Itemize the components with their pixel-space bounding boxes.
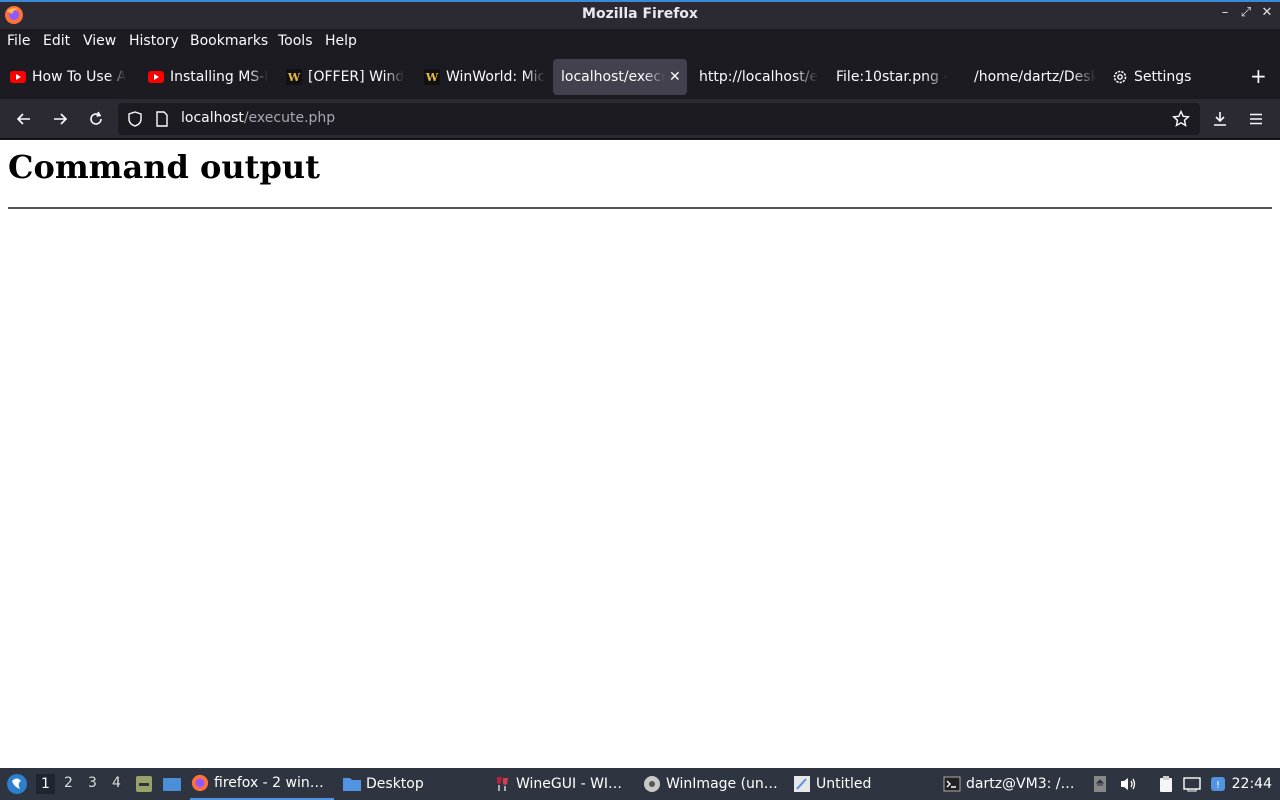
task-terminal[interactable]: dartz@VM3: /… <box>942 768 1082 800</box>
start-menu-icon[interactable] <box>6 773 28 799</box>
editor-icon <box>792 774 812 794</box>
download-icon <box>1214 112 1226 126</box>
hamburger-menu-icon <box>1250 113 1262 125</box>
menu-tools[interactable]: Tools <box>278 33 313 49</box>
youtube-icon <box>10 69 26 85</box>
svg-text:!: ! <box>1216 780 1220 791</box>
wine-icon <box>492 774 512 794</box>
tab-localhost-url[interactable]: http://localhost/e <box>691 59 821 95</box>
tab-home-dartz[interactable]: /home/dartz/Desk <box>966 59 1096 95</box>
forward-arrow-icon <box>54 113 68 125</box>
taskbar: 1 2 3 4 firefox - 2 win… Desktop WineGUI… <box>0 768 1280 800</box>
menu-edit[interactable]: Edit <box>43 33 70 49</box>
menu-view[interactable]: View <box>83 33 116 49</box>
page-heading: Command output <box>8 148 320 186</box>
folder-icon <box>342 774 362 794</box>
menu-bookmarks[interactable]: Bookmarks <box>190 33 268 49</box>
network-icon[interactable] <box>1182 774 1202 794</box>
task-desktop[interactable]: Desktop <box>342 768 482 800</box>
navigation-toolbar: localhost/execute.php <box>0 99 1280 139</box>
tab-youtube-2[interactable]: Installing MS-I <box>140 59 270 95</box>
menu-history[interactable]: History <box>129 33 179 49</box>
tab-winworld-1[interactable]: W [OFFER] Wind <box>278 59 408 95</box>
eject-tray-icon[interactable] <box>1090 774 1110 794</box>
workspace-1[interactable]: 1 <box>36 774 55 794</box>
gear-icon <box>1112 69 1128 85</box>
task-untitled[interactable]: Untitled <box>792 768 932 800</box>
workspace-3[interactable]: 3 <box>88 775 97 791</box>
url-text[interactable]: localhost/execute.php <box>181 110 335 126</box>
task-firefox[interactable]: firefox - 2 win… <box>190 768 334 800</box>
downloads-button[interactable] <box>1209 108 1231 130</box>
terminal-icon <box>942 774 962 794</box>
forward-button[interactable] <box>49 108 71 130</box>
task-winegui[interactable]: WineGUI - WI… <box>492 768 632 800</box>
back-arrow-icon <box>16 113 30 125</box>
url-host: localhost <box>181 110 244 126</box>
notification-icon[interactable]: ! <box>1208 774 1228 794</box>
youtube-icon <box>148 69 164 85</box>
clock[interactable]: 22:44 <box>1232 776 1272 792</box>
tab-winworld-2[interactable]: W WinWorld: Mic <box>416 59 546 95</box>
workspace-4[interactable]: 4 <box>112 775 121 791</box>
tab-file-10star[interactable]: File:10star.png - <box>828 59 958 95</box>
menu-file[interactable]: File <box>7 33 30 49</box>
file-manager-launcher-icon[interactable] <box>134 774 154 798</box>
page-icon[interactable] <box>155 111 169 131</box>
tab-close-icon[interactable]: ✕ <box>669 69 681 85</box>
tab-youtube-1[interactable]: How To Use A <box>2 59 132 95</box>
page-content: Command output <box>0 140 1280 768</box>
desktop-launcher-icon[interactable] <box>162 774 182 798</box>
menu-help[interactable]: Help <box>325 33 357 49</box>
reload-icon <box>90 111 102 125</box>
back-button[interactable] <box>13 108 35 130</box>
close-window-button[interactable]: ✕ <box>1258 5 1276 20</box>
tab-bar: How To Use A Installing MS-I W [OFFER] W… <box>0 55 1280 99</box>
winworld-icon: W <box>424 69 440 85</box>
volume-icon[interactable] <box>1118 774 1138 794</box>
window-title: Mozilla Firefox <box>582 6 698 22</box>
menu-bar: File Edit View History Bookmarks Tools H… <box>0 29 1280 55</box>
shield-icon[interactable] <box>127 111 143 131</box>
app-menu-button[interactable] <box>1245 108 1267 130</box>
winimage-icon <box>642 774 662 794</box>
clipboard-icon[interactable] <box>1156 774 1176 794</box>
task-winimage[interactable]: WinImage (un… <box>642 768 782 800</box>
maximize-button[interactable]: ⤢ <box>1237 5 1255 20</box>
reload-button[interactable] <box>85 108 107 130</box>
tab-settings[interactable]: Settings <box>1104 59 1214 95</box>
horizontal-rule <box>8 207 1272 209</box>
url-path: /execute.php <box>243 110 336 126</box>
window-titlebar: Mozilla Firefox – ⤢ ✕ <box>0 0 1280 29</box>
new-tab-button[interactable]: + <box>1250 64 1267 88</box>
address-bar[interactable]: localhost/execute.php <box>118 103 1200 135</box>
tab-localhost-execute[interactable]: localhost/execu ✕ <box>553 59 687 95</box>
firefox-icon <box>190 773 210 793</box>
winworld-icon: W <box>286 69 302 85</box>
minimize-button[interactable]: – <box>1216 5 1234 20</box>
workspace-2[interactable]: 2 <box>64 775 73 791</box>
bookmark-star-icon[interactable] <box>1171 109 1191 132</box>
